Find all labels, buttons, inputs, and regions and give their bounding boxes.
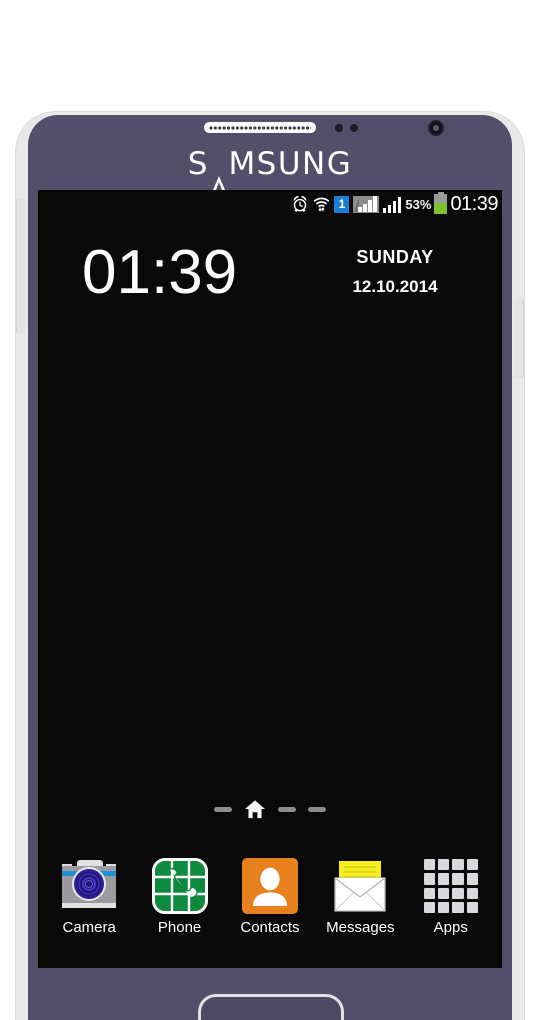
dock-label-messages: Messages <box>326 919 395 936</box>
phone-screen: 1 53% 01:39 01:39 SUNDAY 12.10.2014 Came… <box>38 190 502 968</box>
messages-icon[interactable] <box>332 858 388 914</box>
dock-label-contacts: Contacts <box>240 919 300 936</box>
sim-1-badge: 1 <box>334 195 350 213</box>
alarm-clock-icon <box>291 195 309 213</box>
physical-home-button[interactable] <box>198 994 344 1020</box>
volume-rocker-button[interactable] <box>17 198 26 334</box>
dock-label-phone: Phone <box>157 919 202 936</box>
screenshot-root: S MSUNG 1 53% 01:39 01:39 SUNDAY 12.10.2… <box>0 0 540 1020</box>
signal-bars-sim1-icon <box>353 195 379 213</box>
apps-grid-icon[interactable] <box>423 858 479 914</box>
dock-item-camera[interactable]: Camera <box>47 858 131 936</box>
signal-bars-sim2-icon <box>382 196 402 213</box>
wifi-icon <box>313 195 330 213</box>
clock-widget[interactable]: 01:39 SUNDAY 12.10.2014 <box>38 238 502 318</box>
brand-letters-rest: MSUNG <box>228 146 353 182</box>
brand-letter-s: S <box>187 146 209 182</box>
home-screen-dock: Camera Phone Contacts Messages Apps <box>38 858 502 960</box>
proximity-sensor-icon <box>335 124 343 132</box>
status-bar-clock: 01:39 <box>450 192 498 215</box>
phone-icon[interactable] <box>151 858 208 914</box>
samsung-brand-logo: S MSUNG <box>0 146 540 182</box>
dock-item-contacts[interactable]: Contacts <box>228 858 312 936</box>
dock-item-messages[interactable]: Messages <box>318 858 402 936</box>
front-camera-icon <box>428 120 444 136</box>
page-dot-1[interactable] <box>214 806 232 812</box>
earpiece-speaker <box>204 122 316 133</box>
clock-widget-date: 12.10.2014 <box>352 277 438 296</box>
camera-icon[interactable] <box>61 858 117 914</box>
battery-icon <box>434 191 448 214</box>
home-screen-page-indicator[interactable] <box>38 798 502 820</box>
clock-widget-time: 01:39 <box>82 238 238 307</box>
dock-item-phone[interactable]: Phone <box>138 858 222 936</box>
page-dot-3[interactable] <box>278 806 296 812</box>
dock-label-apps: Apps <box>433 919 468 936</box>
home-icon[interactable] <box>244 799 266 819</box>
page-dot-4[interactable] <box>308 806 326 812</box>
dock-label-camera: Camera <box>62 919 116 936</box>
battery-level-fill <box>434 203 448 214</box>
contacts-icon[interactable] <box>241 858 298 914</box>
light-sensor-icon <box>350 124 358 132</box>
power-button[interactable] <box>514 300 523 378</box>
earpiece-grille <box>209 125 311 130</box>
clock-widget-date-block: SUNDAY 12.10.2014 <box>310 247 480 297</box>
status-bar: 1 53% 01:39 <box>38 190 502 218</box>
dock-item-apps[interactable]: Apps <box>409 858 493 936</box>
clock-widget-day: SUNDAY <box>356 247 434 267</box>
battery-percent-label: 53% <box>405 196 432 212</box>
